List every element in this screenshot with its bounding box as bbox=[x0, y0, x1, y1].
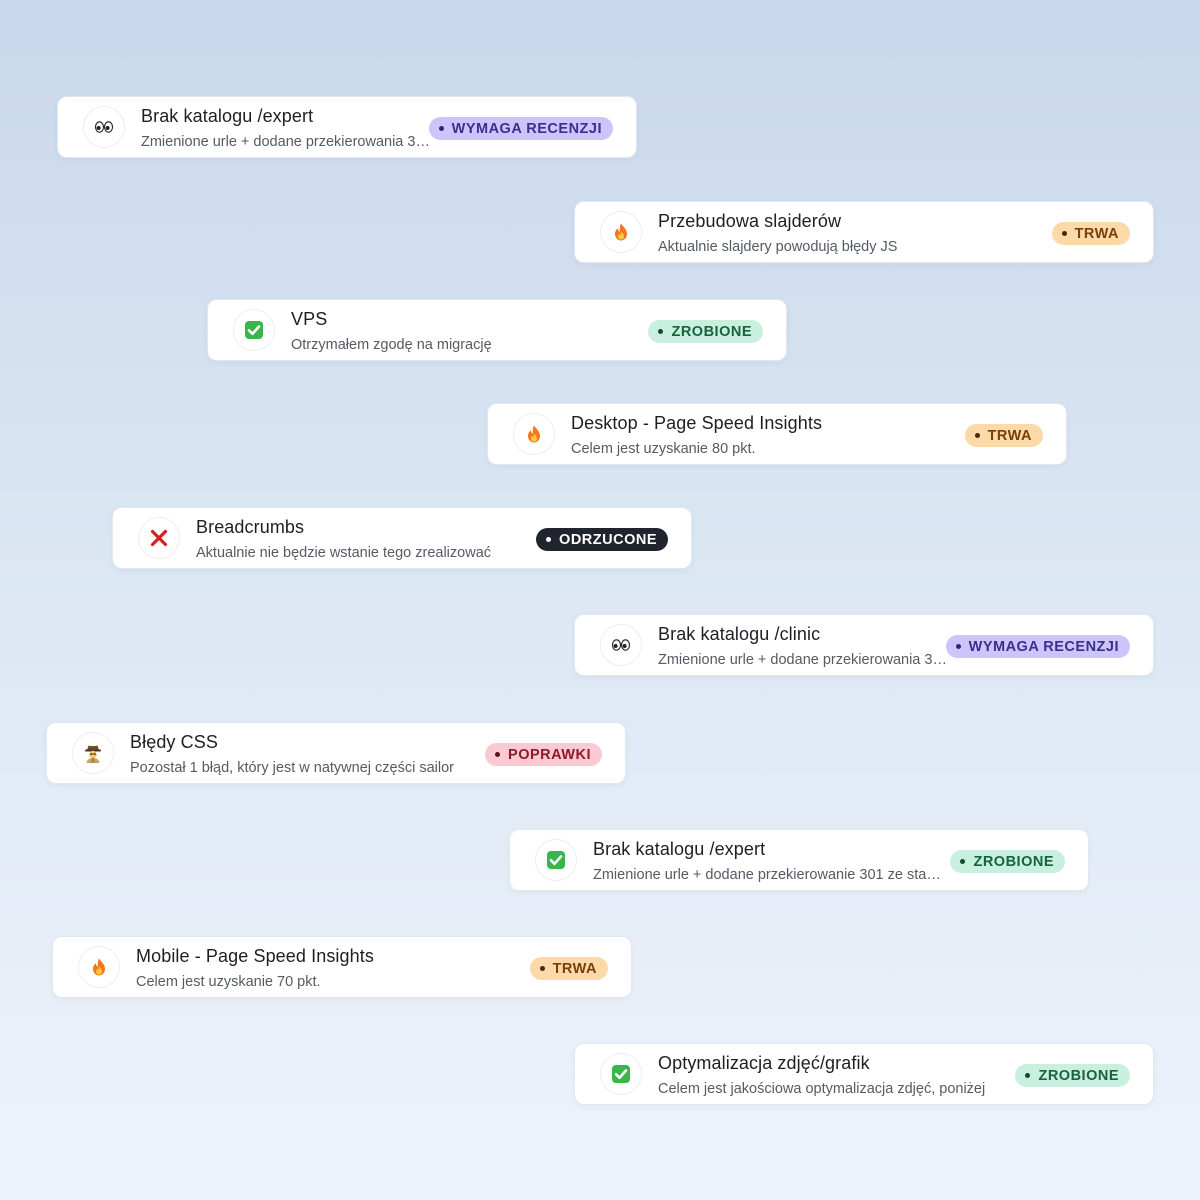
task-card[interactable]: Brak katalogu /clinic Zmienione urle + d… bbox=[574, 614, 1154, 676]
task-card[interactable]: Optymalizacja zdjęć/grafik Celem jest ja… bbox=[574, 1043, 1154, 1105]
task-title: Błędy CSS bbox=[130, 732, 218, 752]
check-icon bbox=[600, 1053, 642, 1095]
status-label: TRWA bbox=[987, 427, 1032, 444]
task-card[interactable]: VPS Otrzymałem zgodę na migrację ZROBION… bbox=[207, 299, 787, 361]
status-label: TRWA bbox=[1074, 225, 1119, 242]
check-icon bbox=[535, 839, 577, 881]
task-card[interactable]: Brak katalogu /expert Zmienione urle + d… bbox=[57, 96, 637, 158]
task-title: Brak katalogu /expert bbox=[141, 106, 314, 126]
task-description: Otrzymałem zgodę na migrację bbox=[291, 337, 492, 353]
status-dot bbox=[974, 433, 980, 438]
status-label: WYMAGA RECENZJI bbox=[968, 638, 1119, 655]
task-description: Aktualnie slajdery powodują błędy JS bbox=[658, 239, 898, 255]
task-description: Celem jest uzyskanie 70 pkt. bbox=[136, 974, 321, 990]
task-card[interactable]: Przebudowa slajderów Aktualnie slajdery … bbox=[574, 201, 1154, 263]
status-badge[interactable]: WYMAGA RECENZJI bbox=[945, 635, 1130, 658]
status-dot bbox=[438, 126, 444, 131]
status-dot bbox=[955, 644, 961, 649]
task-description: Zmienione urle + dodane przekierowania 3… bbox=[658, 652, 948, 668]
status-label: ZROBIONE bbox=[973, 853, 1054, 870]
status-dot bbox=[495, 752, 501, 757]
fire-icon bbox=[78, 946, 120, 988]
status-badge[interactable]: TRWA bbox=[1051, 222, 1130, 245]
status-badge[interactable]: WYMAGA RECENZJI bbox=[428, 117, 613, 140]
task-description: Celem jest uzyskanie 80 pkt. bbox=[571, 441, 756, 457]
task-title: Brak katalogu /expert bbox=[593, 839, 766, 859]
status-badge[interactable]: ZROBIONE bbox=[1015, 1064, 1130, 1087]
status-badge[interactable]: ZROBIONE bbox=[648, 320, 763, 343]
task-card[interactable]: Brak katalogu /expert Zmienione urle + d… bbox=[509, 829, 1089, 891]
task-card[interactable]: Błędy CSS Pozostał 1 błąd, który jest w … bbox=[46, 722, 626, 784]
status-badge[interactable]: TRWA bbox=[964, 424, 1043, 447]
status-dot bbox=[960, 859, 966, 864]
fire-icon bbox=[600, 211, 642, 253]
status-label: WYMAGA RECENZJI bbox=[451, 120, 602, 137]
cross-icon bbox=[138, 517, 180, 559]
task-card[interactable]: Mobile - Page Speed Insights Celem jest … bbox=[52, 936, 632, 998]
status-dot bbox=[1025, 1073, 1031, 1078]
task-card[interactable]: Breadcrumbs Aktualnie nie będzie wstanie… bbox=[112, 507, 692, 569]
task-title: Breadcrumbs bbox=[196, 517, 305, 537]
status-label: ZROBIONE bbox=[1038, 1067, 1119, 1084]
task-description: Celem jest jakościowa optymalizacja zdję… bbox=[658, 1081, 986, 1097]
task-title: VPS bbox=[291, 309, 328, 329]
eyes-icon bbox=[600, 624, 642, 666]
status-dot bbox=[658, 329, 664, 334]
status-badge[interactable]: ZROBIONE bbox=[950, 850, 1065, 873]
task-title: Desktop - Page Speed Insights bbox=[571, 413, 823, 433]
task-description: Aktualnie nie będzie wstanie tego zreali… bbox=[196, 545, 492, 561]
status-label: ZROBIONE bbox=[671, 323, 752, 340]
task-title: Mobile - Page Speed Insights bbox=[136, 946, 374, 966]
eyes-icon bbox=[83, 106, 125, 148]
task-title: Przebudowa slajderów bbox=[658, 211, 842, 231]
status-dot bbox=[539, 966, 545, 971]
fire-icon bbox=[513, 413, 555, 455]
detective-icon bbox=[72, 732, 114, 774]
status-badge[interactable]: ODRZUCONE bbox=[536, 528, 668, 551]
task-title: Optymalizacja zdjęć/grafik bbox=[658, 1053, 870, 1073]
task-description: Pozostał 1 błąd, który jest w natywnej c… bbox=[130, 760, 454, 776]
task-title: Brak katalogu /clinic bbox=[658, 624, 821, 644]
status-label: ODRZUCONE bbox=[559, 531, 657, 548]
task-card[interactable]: Desktop - Page Speed Insights Celem jest… bbox=[487, 403, 1067, 465]
task-description: Zmienione urle + dodane przekierowania 3… bbox=[141, 134, 431, 150]
status-label: TRWA bbox=[552, 960, 597, 977]
check-icon bbox=[233, 309, 275, 351]
status-label: POPRAWKI bbox=[508, 746, 591, 763]
status-badge[interactable]: POPRAWKI bbox=[485, 743, 602, 766]
status-dot bbox=[546, 537, 552, 542]
task-description: Zmienione urle + dodane przekierowanie 3… bbox=[593, 867, 944, 883]
task-board: { "colors": { "review_bg": "#cdc5fa", "r… bbox=[0, 0, 1200, 1200]
status-dot bbox=[1061, 231, 1067, 236]
status-badge[interactable]: TRWA bbox=[529, 957, 608, 980]
